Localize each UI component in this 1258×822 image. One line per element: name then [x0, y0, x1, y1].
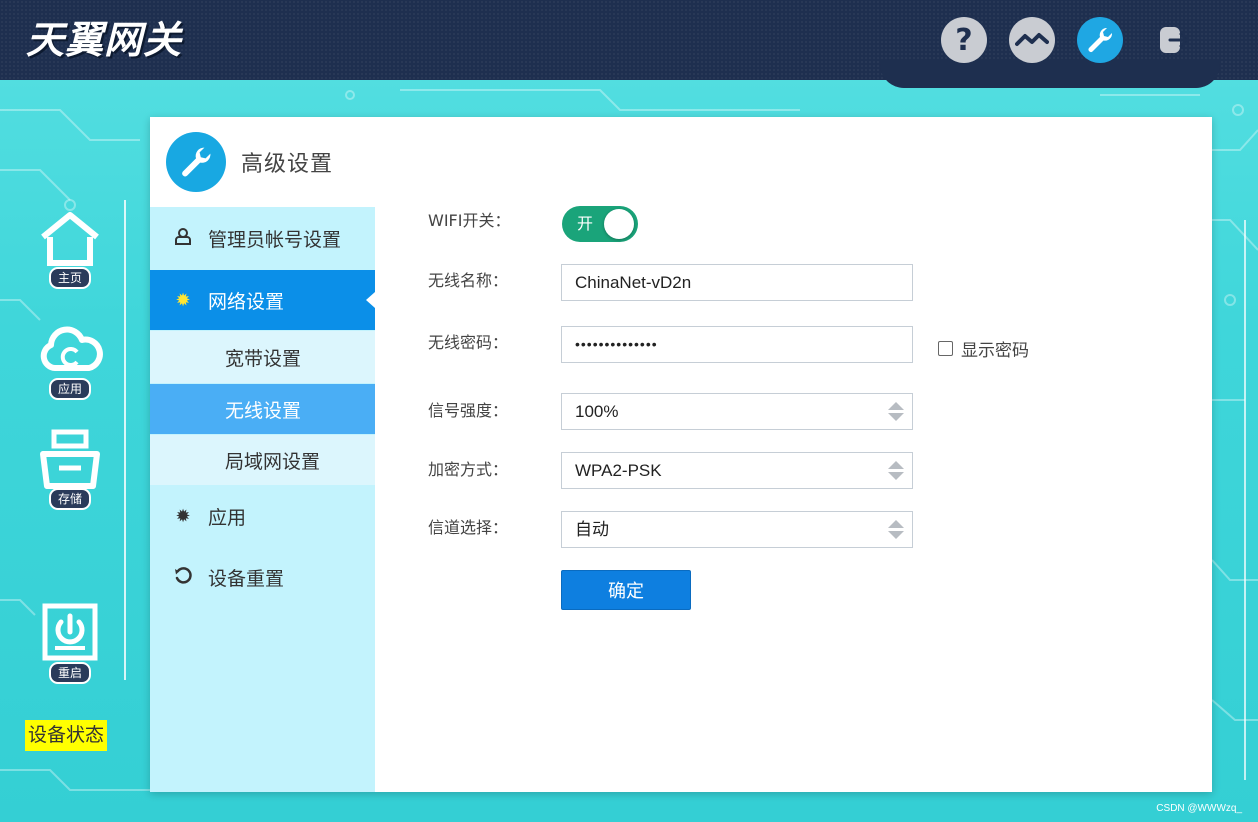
logout-icon[interactable]	[1150, 17, 1196, 63]
sidebar-subitem-broadband[interactable]: 宽带设置	[150, 331, 375, 383]
channel-label: 信道选择：	[428, 518, 509, 537]
rail-label: 存储	[48, 488, 91, 510]
encryption-label: 加密方式：	[428, 460, 509, 479]
sidebar-subitem-label: 无线设置	[225, 399, 302, 422]
sidebar-item-admin-account[interactable]: 管理员帐号设置	[150, 207, 375, 269]
password-input[interactable]: ••••••••••••••	[561, 326, 913, 363]
sidebar: 高级设置 管理员帐号设置 ✹ 网络设置 宽带设置 无线设置 局域网设置 ✹ 应用	[150, 117, 375, 792]
reset-icon	[172, 566, 194, 589]
encryption-value: WPA2-PSK	[575, 461, 662, 480]
sidebar-item-label: 设备重置	[208, 567, 285, 590]
show-password-label: 显示密码	[961, 341, 1029, 361]
device-status-link[interactable]: 设备状态	[25, 720, 108, 751]
sidebar-subitem-label: 局域网设置	[225, 450, 321, 473]
user-icon	[172, 227, 194, 250]
sidebar-title: 高级设置	[241, 152, 334, 177]
rail-reboot[interactable]: 重启	[36, 602, 104, 684]
signal-strength-select[interactable]: 100%	[561, 393, 913, 430]
show-password-toggle[interactable]: 显示密码	[938, 336, 1029, 361]
sidebar-subitem-wireless[interactable]: 无线设置	[150, 384, 375, 434]
signal-strength-label: 信号强度：	[428, 401, 509, 420]
sidebar-item-device-reset[interactable]: 设备重置	[150, 547, 375, 607]
gear-icon: ✹	[175, 505, 191, 527]
gear-icon: ✹	[175, 289, 191, 311]
sidebar-item-label: 网络设置	[208, 290, 285, 313]
power-icon	[42, 603, 98, 661]
spinner-arrows-icon	[888, 461, 904, 481]
wrench-icon[interactable]	[1077, 17, 1123, 63]
rail-label: 主页	[48, 267, 91, 289]
top-bar-tab	[880, 60, 1220, 88]
rail-storage[interactable]: 存储	[36, 428, 104, 510]
sidebar-item-apps[interactable]: ✹ 应用	[150, 486, 375, 546]
sidebar-item-label: 应用	[208, 506, 247, 529]
wrench-icon	[166, 132, 226, 192]
home-icon	[41, 212, 99, 266]
help-icon[interactable]: ?	[941, 17, 987, 63]
brand-logo: 天翼网关	[26, 18, 183, 62]
watermark: CSDN @WWWzq_	[1156, 803, 1242, 814]
encryption-select[interactable]: WPA2-PSK	[561, 452, 913, 489]
rail-home[interactable]: 主页	[36, 207, 104, 289]
confirm-button[interactable]: 确定	[561, 570, 691, 610]
toggle-knob	[604, 209, 634, 239]
rail-label: 重启	[48, 662, 91, 684]
sidebar-subitem-lan[interactable]: 局域网设置	[150, 435, 375, 485]
spinner-arrows-icon	[888, 402, 904, 422]
ssid-label: 无线名称：	[428, 271, 509, 290]
monitor-icon[interactable]	[1009, 17, 1055, 63]
show-password-checkbox[interactable]	[938, 341, 953, 356]
storage-icon	[40, 429, 100, 489]
toggle-state-text: 开	[577, 214, 594, 233]
settings-panel: 高级设置 管理员帐号设置 ✹ 网络设置 宽带设置 无线设置 局域网设置 ✹ 应用	[150, 117, 1212, 792]
channel-value: 自动	[575, 520, 609, 539]
wifi-switch-label: WIFI开关：	[428, 211, 511, 230]
sidebar-item-label: 管理员帐号设置	[208, 228, 342, 251]
sidebar-header: 高级设置	[150, 117, 375, 207]
rail-label: 应用	[48, 378, 91, 400]
rail-apps[interactable]: 应用	[36, 318, 104, 400]
cloud-icon	[40, 326, 103, 371]
sidebar-item-network[interactable]: ✹ 网络设置	[150, 270, 375, 330]
signal-strength-value: 100%	[575, 402, 619, 421]
channel-select[interactable]: 自动	[561, 511, 913, 548]
sidebar-subitem-label: 宽带设置	[225, 347, 302, 370]
spinner-arrows-icon	[888, 520, 904, 540]
ssid-input[interactable]: ChinaNet-vD2n	[561, 264, 913, 301]
wifi-toggle[interactable]: 开	[562, 206, 638, 242]
rail-divider	[124, 200, 126, 680]
password-label: 无线密码：	[428, 333, 509, 352]
